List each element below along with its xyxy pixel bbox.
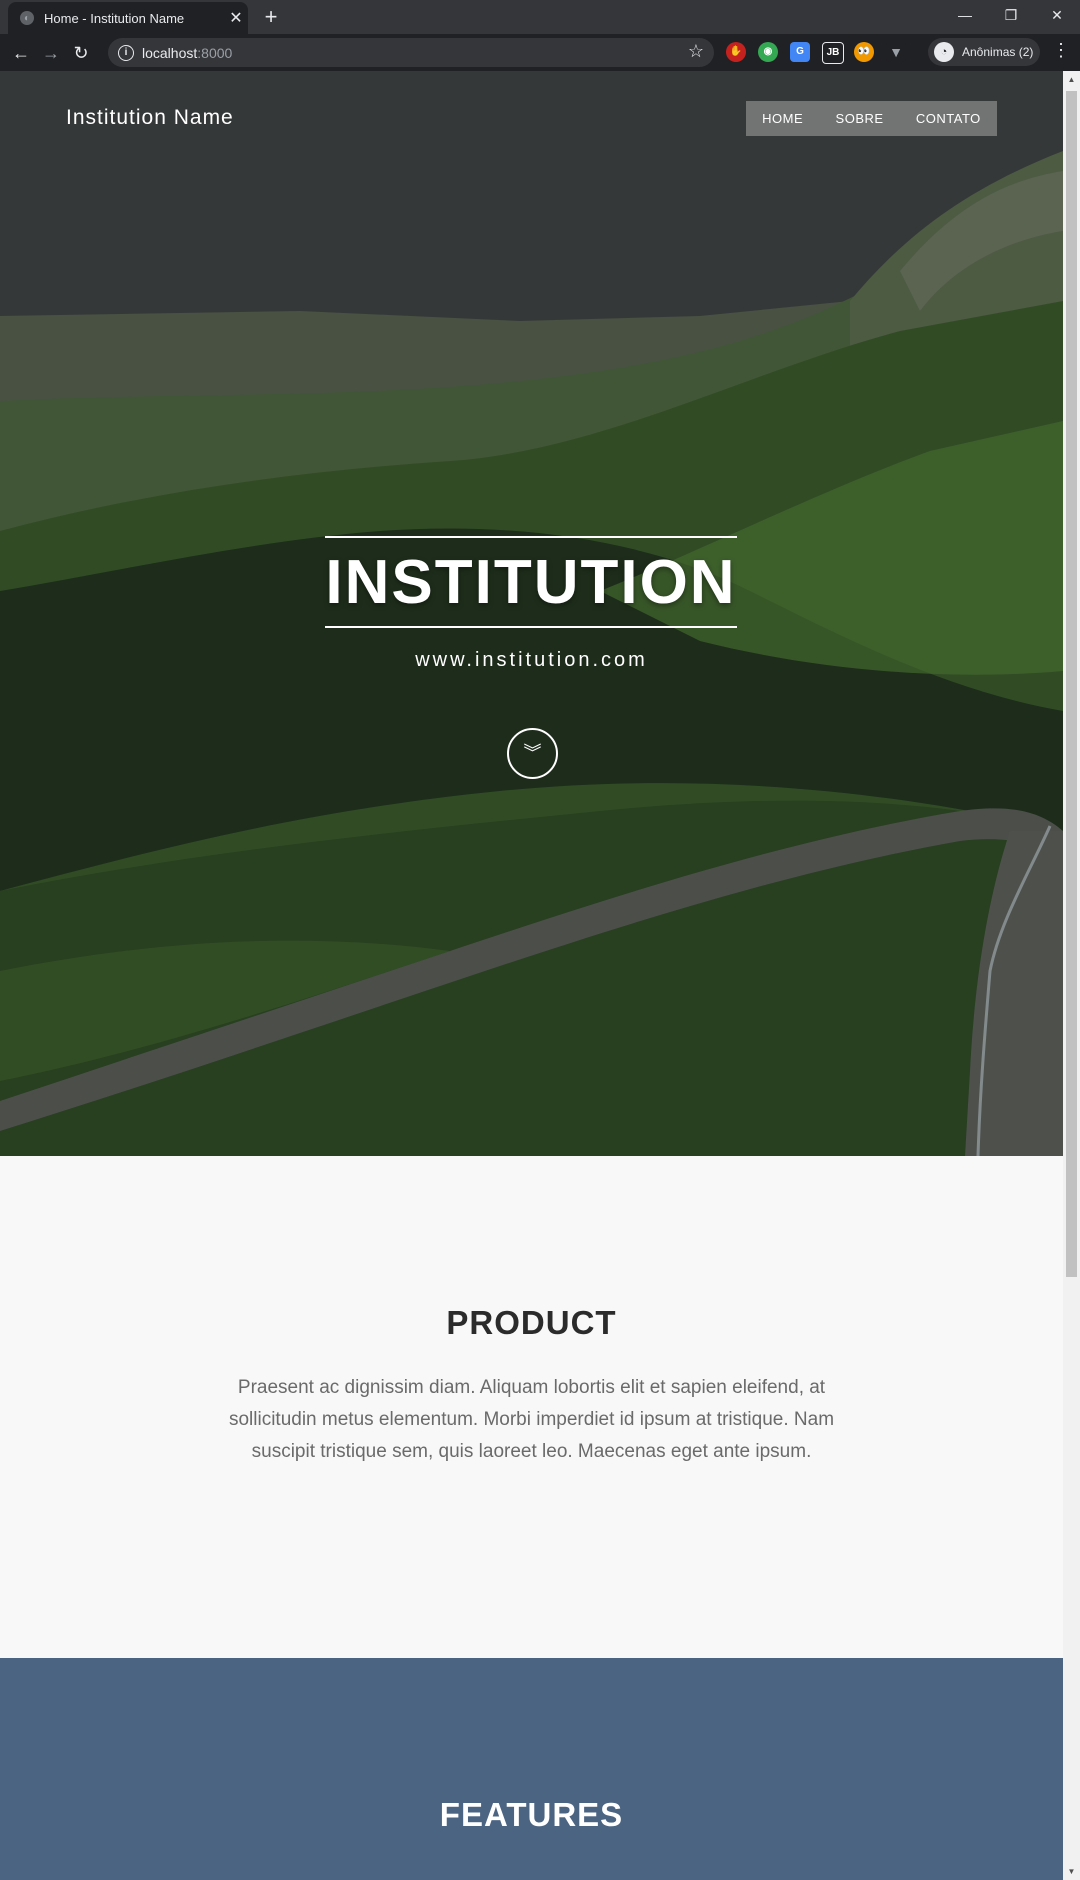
scroll-up-arrow-icon[interactable]: ▲	[1063, 71, 1080, 88]
close-tab-icon[interactable]: ✕	[224, 8, 248, 28]
url-host: localhost	[142, 44, 198, 61]
minimize-icon[interactable]: —	[942, 0, 988, 30]
scroll-down-arrow-icon[interactable]: ▼	[1063, 1863, 1080, 1880]
v-extension-icon[interactable]: ▼	[886, 42, 906, 62]
product-title: PRODUCT	[446, 1304, 617, 1341]
tab-title: Home - Institution Name	[44, 10, 185, 26]
profile-label: Anônimas (2)	[962, 45, 1034, 59]
page-viewport: Institution Name HOME SOBRE CONTATO INST…	[0, 71, 1063, 1880]
product-description: Praesent ac dignissim diam. Aliquam lobo…	[228, 1377, 835, 1462]
info-icon[interactable]: i	[118, 44, 134, 61]
browser-chrome: ◐ Home - Institution Name ✕ + — ❐ ✕ ← → …	[0, 0, 1080, 71]
scrollbar-thumb[interactable]	[1066, 91, 1077, 1277]
hero-section: Institution Name HOME SOBRE CONTATO INST…	[0, 71, 1063, 1156]
hero-subtitle: www.institution.com	[415, 649, 648, 671]
back-icon[interactable]: ←	[6, 38, 36, 68]
hero-title: INSTITUTION	[325, 547, 737, 617]
tab-strip: ◐ Home - Institution Name ✕ + — ❐ ✕	[0, 0, 1080, 34]
main-nav: HOME SOBRE CONTATO	[746, 101, 997, 136]
eyes-icon[interactable]: 👀	[854, 42, 874, 62]
adblock-icon[interactable]: ✋	[726, 42, 746, 62]
scroll-down-chevron-icon[interactable]: ︾	[507, 728, 558, 779]
url-port: :8000	[197, 44, 233, 61]
window-close-icon[interactable]: ✕	[1034, 0, 1080, 30]
features-section: FEATURES	[0, 1658, 1063, 1880]
features-title: FEATURES	[439, 1796, 624, 1833]
new-tab-button[interactable]: +	[258, 4, 284, 30]
more-menu-icon[interactable]: ⋮	[1052, 40, 1070, 61]
forward-icon[interactable]: →	[36, 38, 66, 68]
incognito-icon: ◔	[934, 42, 954, 62]
nav-item-home[interactable]: HOME	[762, 111, 803, 126]
hero-title-box: INSTITUTION	[325, 536, 737, 628]
reload-icon[interactable]: ↻	[66, 38, 96, 68]
product-section: PRODUCT Praesent ac dignissim diam. Aliq…	[0, 1156, 1063, 1658]
browser-tab[interactable]: ◐ Home - Institution Name ✕	[8, 2, 248, 34]
nav-item-sobre[interactable]: SOBRE	[836, 111, 884, 126]
restore-icon[interactable]: ❐	[988, 0, 1034, 30]
globe-icon: ◐	[20, 11, 34, 25]
nav-item-contato[interactable]: CONTATO	[916, 111, 981, 126]
brand-logo[interactable]: Institution Name	[66, 106, 234, 130]
chrome-icon[interactable]: ◉	[758, 42, 778, 62]
bookmark-star-icon[interactable]: ☆	[688, 41, 704, 62]
translate-icon[interactable]: G	[790, 42, 810, 62]
profile-button[interactable]: ◔ Anônimas (2)	[928, 38, 1040, 66]
address-bar[interactable]: i localhost:8000 ☆	[108, 38, 714, 67]
browser-toolbar: ← → ↻ i localhost:8000 ☆ ✋ ◉ G JB 👀 ▼ ◔ …	[0, 34, 1080, 71]
jb-icon[interactable]: JB	[822, 42, 844, 64]
page-scrollbar[interactable]: ▲ ▼	[1063, 71, 1080, 1880]
